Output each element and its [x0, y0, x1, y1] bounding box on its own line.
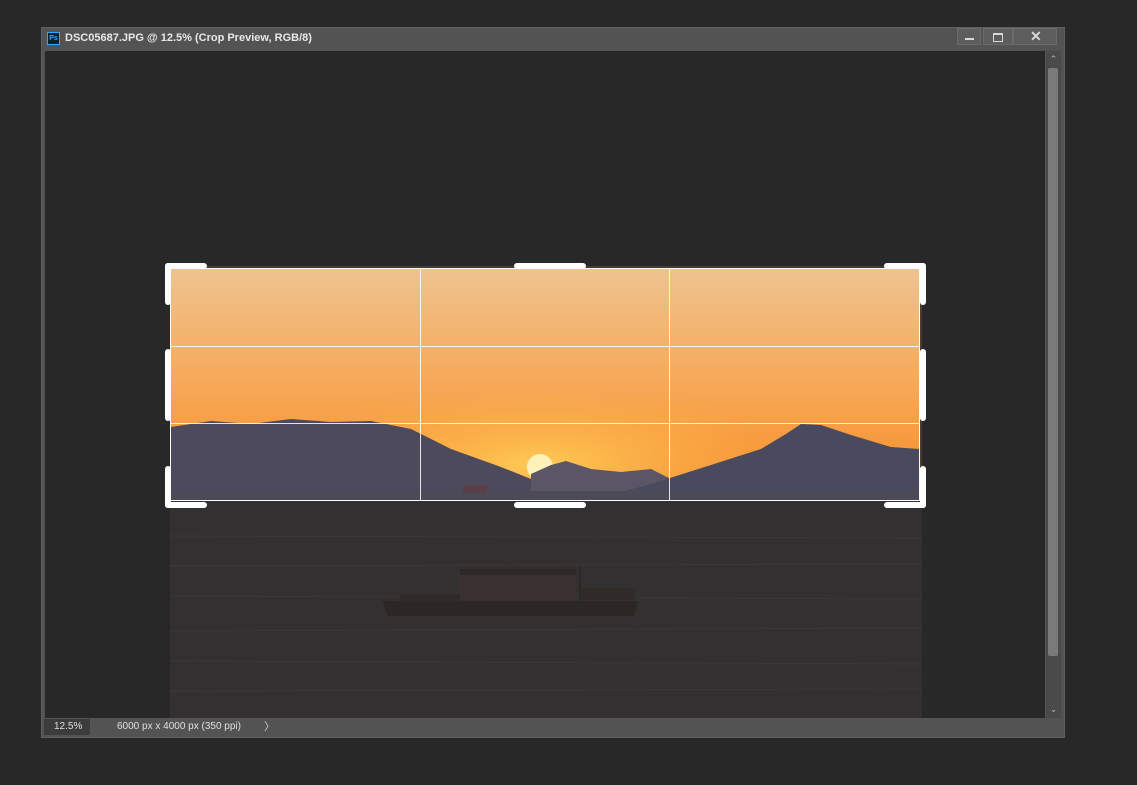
canvas-area[interactable]: [45, 51, 1045, 718]
scroll-thumb[interactable]: [1048, 68, 1058, 656]
close-icon: ✕: [1030, 28, 1042, 44]
status-bar: 12.5% 6000 px x 4000 px (350 ppi) 〉: [42, 718, 1061, 736]
crop-box[interactable]: [165, 263, 926, 508]
crop-handle-bottom-left[interactable]: [165, 466, 171, 508]
crop-handle-top-left[interactable]: [165, 263, 171, 305]
document-title: DSC05687.JPG @ 12.5% (Crop Preview, RGB/…: [65, 32, 312, 44]
distant-boat: [463, 485, 487, 493]
crop-handle-top-left[interactable]: [165, 263, 207, 269]
crop-handle-top-right[interactable]: [920, 263, 926, 305]
crop-preview-image: [171, 269, 919, 500]
crop-grid-line: [420, 269, 421, 500]
scroll-up-icon[interactable]: ⌃: [1046, 53, 1061, 65]
crop-handle-bottom-left[interactable]: [165, 502, 207, 508]
crop-grid-line: [669, 269, 670, 500]
crop-handle-right[interactable]: [920, 349, 926, 421]
crop-handle-bottom-right[interactable]: [920, 466, 926, 508]
document-window: Ps DSC05687.JPG @ 12.5% (Crop Preview, R…: [41, 27, 1065, 738]
close-button[interactable]: ✕: [1013, 28, 1057, 45]
crop-grid-line: [171, 346, 919, 347]
photoshop-icon: Ps: [47, 32, 60, 45]
crop-handle-left[interactable]: [165, 349, 171, 421]
status-menu-arrow-icon[interactable]: 〉: [264, 718, 275, 736]
minimize-button[interactable]: [957, 28, 981, 45]
document-info: 6000 px x 4000 px (350 ppi): [117, 721, 241, 732]
crop-handle-bottom[interactable]: [514, 502, 586, 508]
crop-grid-line: [171, 423, 919, 424]
vertical-scrollbar[interactable]: ⌃ ⌄: [1046, 51, 1061, 718]
maximize-button[interactable]: [983, 28, 1013, 45]
title-bar[interactable]: Ps DSC05687.JPG @ 12.5% (Crop Preview, R…: [42, 28, 1064, 50]
zoom-level-field[interactable]: 12.5%: [44, 719, 90, 735]
crop-handle-top[interactable]: [514, 263, 586, 269]
scroll-down-icon[interactable]: ⌄: [1046, 703, 1061, 715]
